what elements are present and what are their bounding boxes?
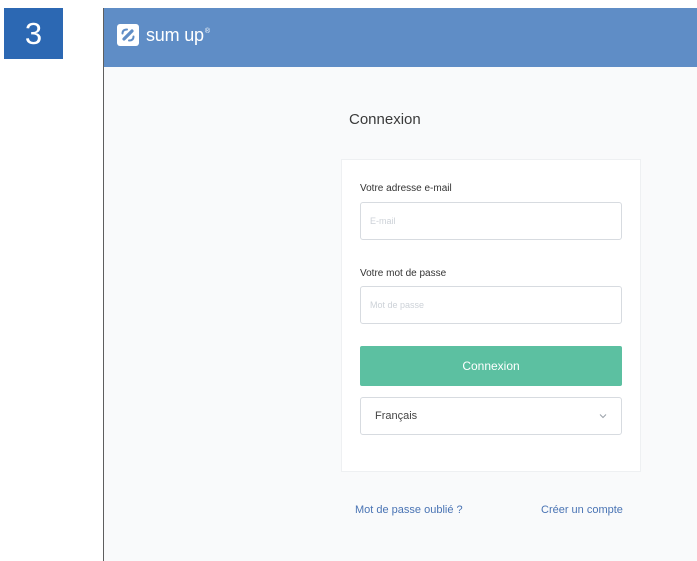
- chevron-down-icon: [599, 414, 607, 419]
- create-account-link[interactable]: Créer un compte: [541, 504, 623, 516]
- registered-mark: ®: [204, 27, 210, 35]
- password-label: Votre mot de passe: [360, 268, 447, 279]
- step-number-badge: 3: [4, 8, 63, 59]
- login-button[interactable]: Connexion: [360, 346, 622, 386]
- sumup-logo-icon: [117, 24, 139, 46]
- brand-name: sum up: [146, 24, 204, 45]
- page-title: Connexion: [349, 111, 421, 128]
- login-card: Votre adresse e-mail Votre mot de passe …: [341, 159, 641, 472]
- forgot-password-link[interactable]: Mot de passe oublié ?: [355, 504, 463, 516]
- email-label: Votre adresse e-mail: [360, 183, 452, 194]
- app-window: sum up® Connexion Votre adresse e-mail V…: [103, 8, 697, 561]
- password-input[interactable]: [360, 286, 622, 324]
- brand-logo[interactable]: sum up ®: [117, 24, 210, 46]
- step-number: 3: [24, 15, 43, 51]
- top-navigation-bar: sum up ®: [104, 8, 697, 67]
- language-select[interactable]: Français: [360, 397, 622, 435]
- email-input[interactable]: [360, 202, 622, 240]
- language-value: Français: [375, 410, 418, 422]
